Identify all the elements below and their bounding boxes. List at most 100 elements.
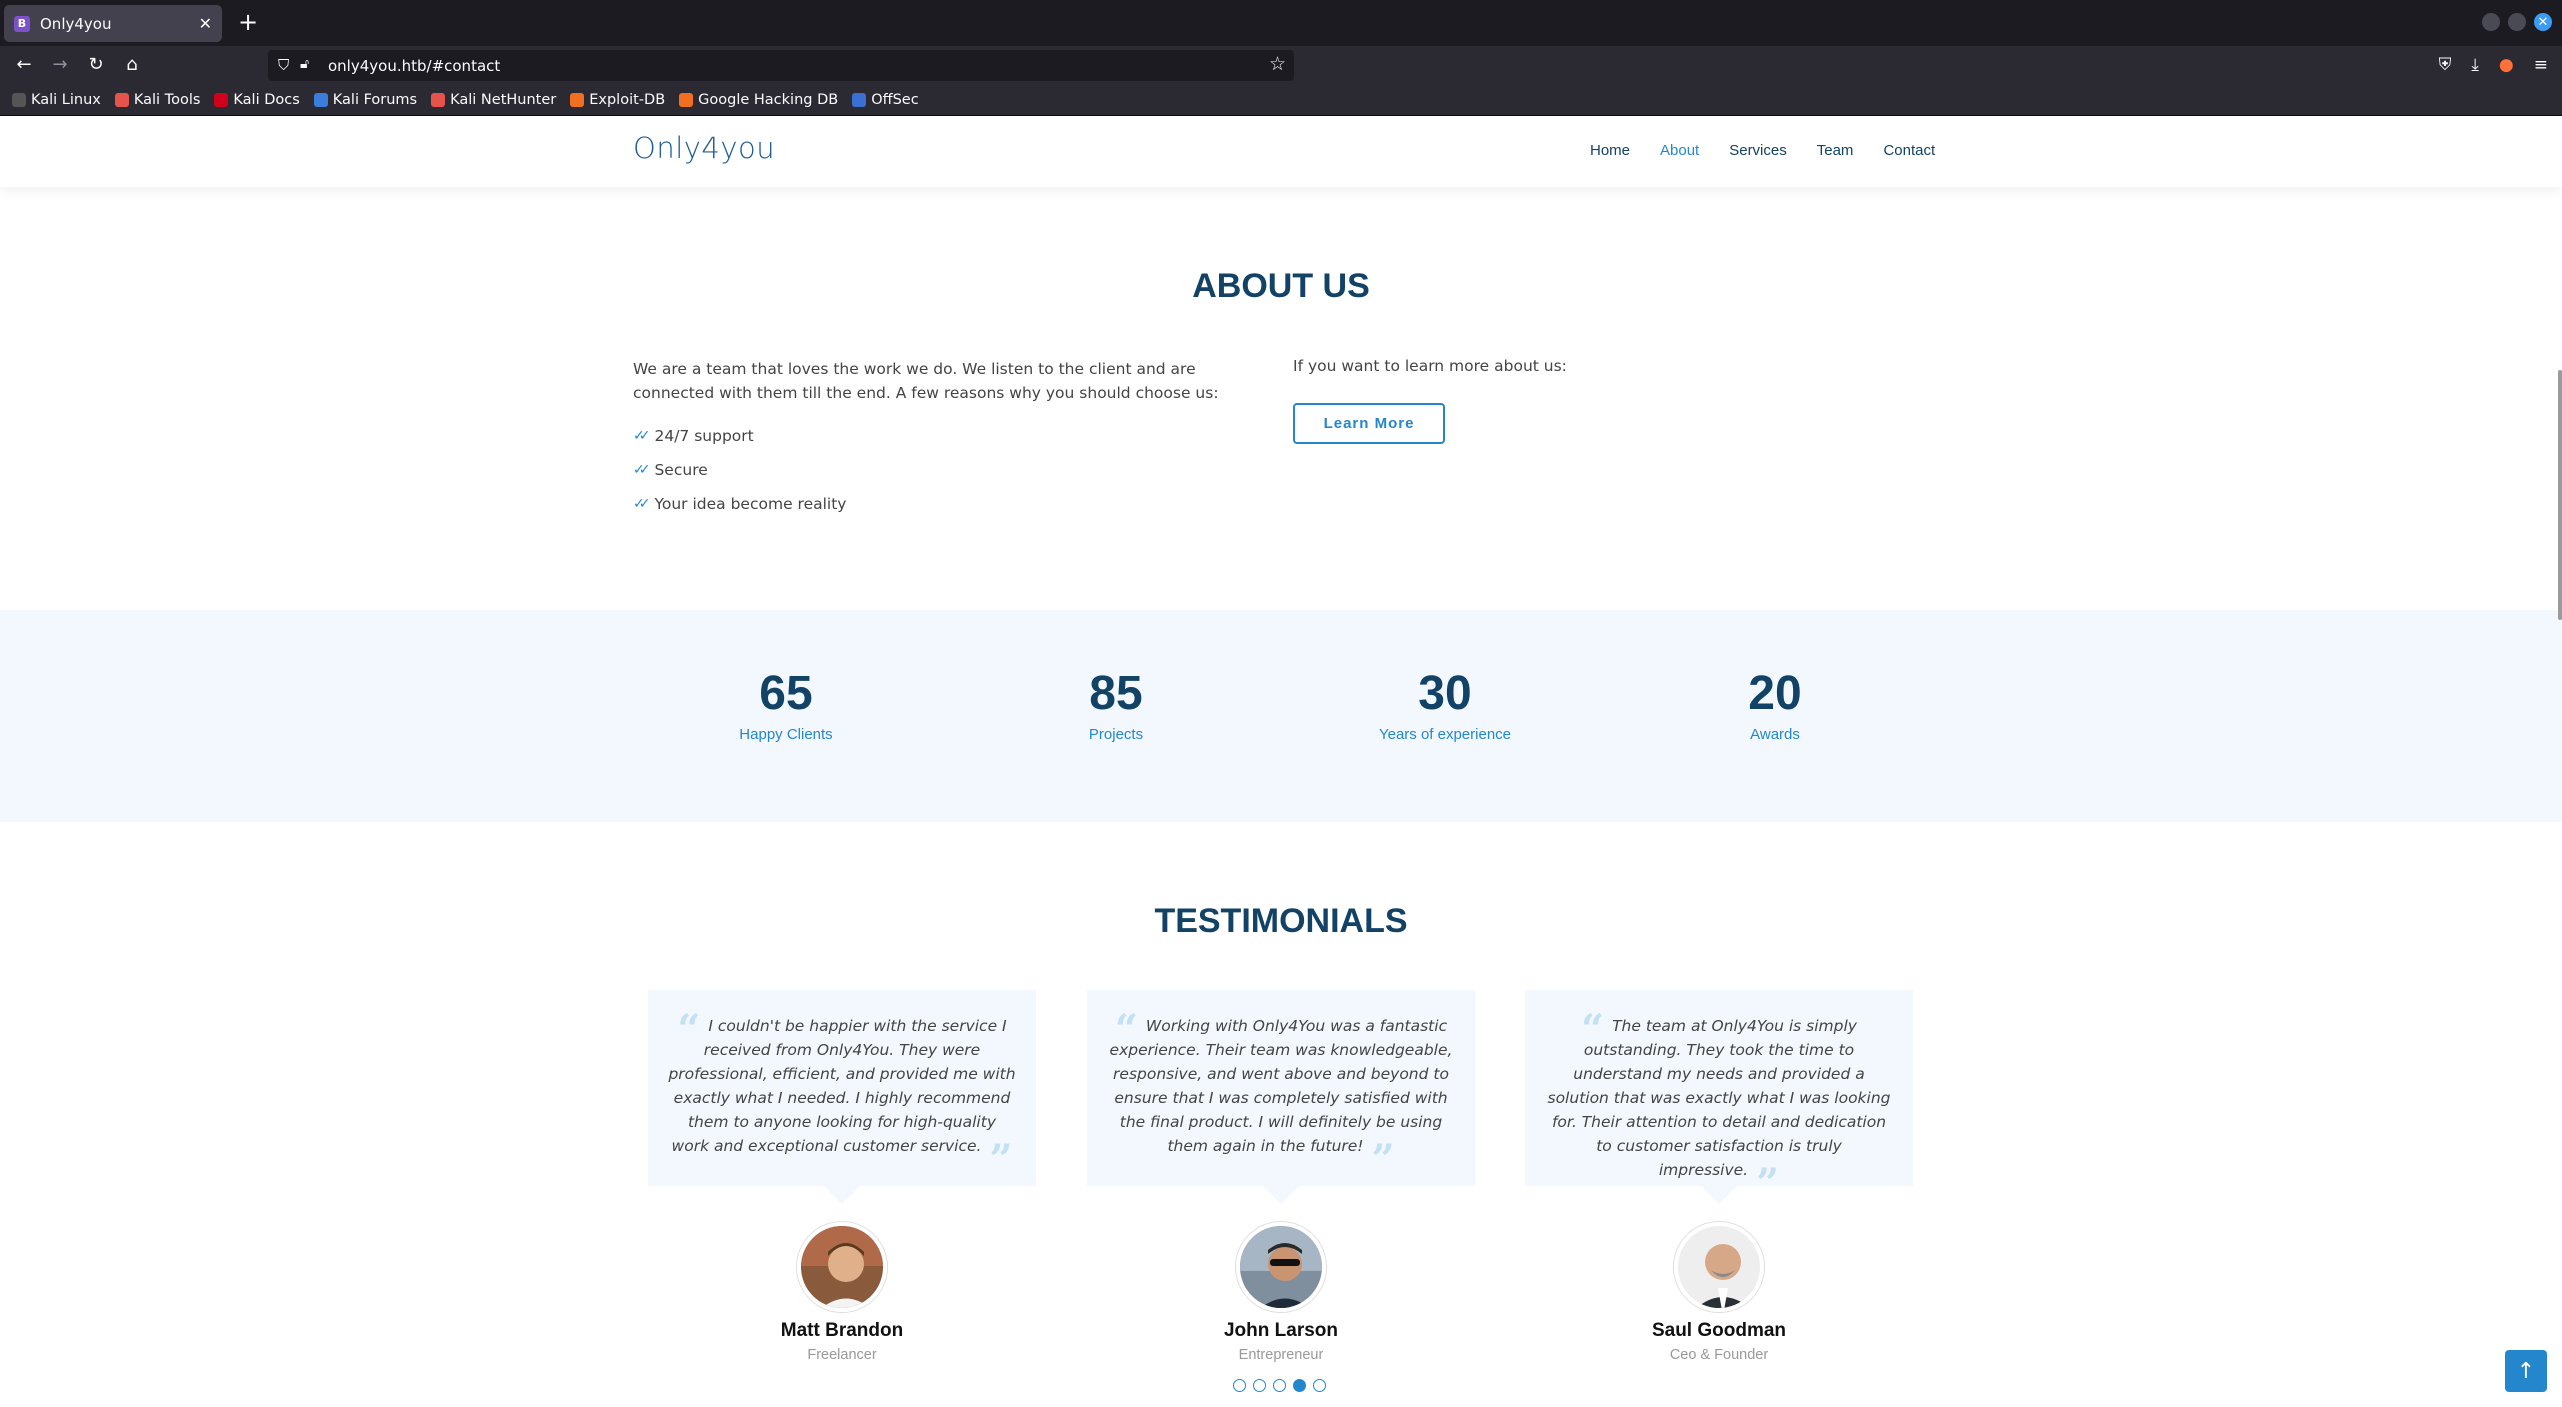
list-item: ✓✓ 24/7 support [633, 419, 846, 453]
toolbar-icons: ⛨ ⤓ ● ≡ [2439, 55, 2548, 75]
nav-link-team[interactable]: Team [1817, 142, 1854, 159]
url-text[interactable]: only4you.htb/#contact [328, 57, 500, 75]
lock-icon[interactable]: 🔓︎ [300, 56, 309, 72]
maximize-button[interactable] [2508, 13, 2526, 31]
count-value: 85 [1089, 667, 1143, 720]
pocket-icon[interactable]: ⛨ [2439, 55, 2452, 75]
forward-arrow-icon[interactable]: → [48, 54, 72, 76]
nav-link-about[interactable]: About [1660, 142, 1699, 159]
bookmark-label: Google Hacking DB [698, 91, 839, 108]
bookmark-item[interactable]: Kali Docs [214, 91, 300, 108]
bookmark-favicon-icon [12, 92, 26, 107]
page-scrollbar[interactable] [2558, 370, 2562, 620]
tab-favicon-icon: B [14, 15, 30, 32]
bookmark-item[interactable]: Kali Tools [114, 92, 200, 108]
bookmark-label: Kali Docs [233, 91, 300, 108]
quote-right-icon: ” [989, 1136, 1013, 1183]
carousel-pagination [1233, 1379, 1326, 1392]
testimonial-role: Ceo & Founder [1669, 1347, 1769, 1363]
shield-icon[interactable]: ⛉ [278, 56, 289, 74]
bookmark-favicon-icon [852, 92, 867, 107]
reason-text: Your idea become reality [654, 495, 847, 513]
bookmarks-toolbar: Kali Linux Kali Tools Kali Docs Kali Forums… [0, 84, 2562, 116]
nav-link-contact[interactable]: Contact [1883, 142, 1935, 159]
count-value: 30 [1418, 667, 1472, 720]
window-controls: ✕ [2482, 13, 2552, 31]
minimize-button[interactable] [2482, 13, 2500, 31]
double-check-icon: ✓✓ [633, 428, 651, 444]
bookmark-item[interactable]: Exploit-DB [570, 92, 665, 108]
nav-link-services[interactable]: Services [1729, 142, 1787, 159]
count-label: Years of experience [1378, 726, 1512, 743]
avatar [797, 1222, 887, 1312]
bookmark-label: Kali Linux [31, 91, 101, 108]
hamburger-menu-icon[interactable]: ≡ [2534, 55, 2548, 75]
testimonial-quote: “Working with Only4You was a fantastic e… [1087, 990, 1475, 1204]
bookmark-label: Exploit-DB [589, 91, 666, 108]
count-item: 85 Projects [991, 666, 1241, 743]
bookmark-star-icon[interactable]: ☆ [1269, 53, 1286, 75]
testimonial-text: Working with Only4You was a fantastic ex… [1109, 1017, 1453, 1155]
bookmark-item[interactable]: Kali Linux [12, 92, 101, 108]
testimonial-quote: “The team at Only4You is simply outstand… [1525, 990, 1913, 1204]
counts-section: 65 Happy Clients 85 Projects 30 Years of… [0, 610, 2562, 822]
bookmark-favicon-icon [679, 92, 694, 107]
home-icon[interactable]: ⌂ [120, 54, 144, 76]
window-close-button[interactable]: ✕ [2534, 13, 2552, 31]
about-intro: We are a team that loves the work we do.… [633, 360, 1219, 402]
browser-tab-bar: B Only4you ✕ + ✕ [0, 0, 2562, 46]
bookmark-favicon-icon [570, 92, 585, 107]
about-title: ABOUT US [1192, 267, 1370, 305]
count-item: 65 Happy Clients [661, 666, 911, 743]
carousel-dot[interactable] [1313, 1379, 1326, 1392]
list-item: ✓✓ Secure [633, 453, 846, 487]
list-item: ✓✓ Your idea become reality [633, 487, 846, 521]
browser-tab[interactable]: B Only4you ✕ [4, 5, 222, 42]
nav-link-home[interactable]: Home [1590, 142, 1630, 159]
tab-title: Only4you [40, 14, 112, 33]
download-icon[interactable]: ⤓ [2471, 55, 2479, 75]
count-item: 30 Years of experience [1320, 666, 1570, 743]
new-tab-button[interactable]: + [238, 10, 258, 34]
testimonial-text: The team at Only4You is simply outstandi… [1547, 1017, 1891, 1179]
about-reasons-list: ✓✓ 24/7 support ✓✓ Secure ✓✓ Your idea beco… [633, 419, 846, 521]
bookmark-label: Kali NetHunter [450, 91, 557, 108]
web-page: Only4you Home About Services Team Contact AB… [0, 117, 2562, 1407]
count-item: 20 Awards [1650, 666, 1900, 743]
bookmark-item[interactable]: Google Hacking DB [679, 92, 838, 108]
tab-close-icon[interactable]: ✕ [199, 14, 212, 33]
carousel-dot[interactable] [1233, 1379, 1246, 1392]
back-arrow-icon[interactable]: ← [12, 54, 36, 76]
testimonial-text: I couldn't be happier with the service I… [668, 1017, 1016, 1155]
bookmark-item[interactable]: OffSec [852, 92, 919, 108]
bookmark-label: OffSec [871, 91, 919, 108]
testimonial-card: “I couldn't be happier with the service … [648, 990, 1036, 1363]
bookmark-favicon-icon [313, 92, 328, 107]
quote-right-icon: ” [1371, 1136, 1395, 1183]
browser-nav-bar: ← → ↻ ⌂ ⛉ 🔓︎ only4you.htb/#contact ☆ ⛨ ⤓… [0, 46, 2562, 84]
count-value: 65 [759, 667, 813, 720]
learn-more-button[interactable]: Learn More [1293, 403, 1445, 444]
carousel-dot[interactable] [1253, 1379, 1266, 1392]
back-to-top-button[interactable]: ↑ [2505, 1350, 2547, 1392]
testimonial-role: Freelancer [807, 1347, 877, 1363]
quote-right-icon: ” [1756, 1160, 1780, 1207]
reload-icon[interactable]: ↻ [84, 54, 108, 76]
quote-left-icon: “ [677, 1006, 701, 1053]
bookmark-item[interactable]: Kali NetHunter [431, 92, 556, 108]
bookmark-favicon-icon [431, 92, 446, 107]
url-bar[interactable]: ⛉ 🔓︎ only4you.htb/#contact ☆ [268, 50, 1294, 81]
firefox-account-icon[interactable]: ● [2499, 55, 2514, 75]
site-logo[interactable]: Only4you [633, 131, 775, 165]
reason-text: 24/7 support [654, 427, 754, 445]
bookmark-favicon-icon [214, 92, 229, 107]
arrow-up-icon: ↑ [2516, 1358, 2536, 1384]
site-nav: Home About Services Team Contact [1590, 142, 1965, 159]
bookmark-item[interactable]: Kali Forums [313, 92, 417, 108]
carousel-dot[interactable] [1273, 1379, 1286, 1392]
site-header: Only4you Home About Services Team Contact [0, 117, 2562, 187]
testimonial-name: John Larson [1223, 1320, 1338, 1341]
carousel-dot[interactable] [1293, 1379, 1306, 1392]
testimonial-card: “The team at Only4You is simply outstand… [1525, 990, 1913, 1363]
avatar [1674, 1222, 1764, 1312]
